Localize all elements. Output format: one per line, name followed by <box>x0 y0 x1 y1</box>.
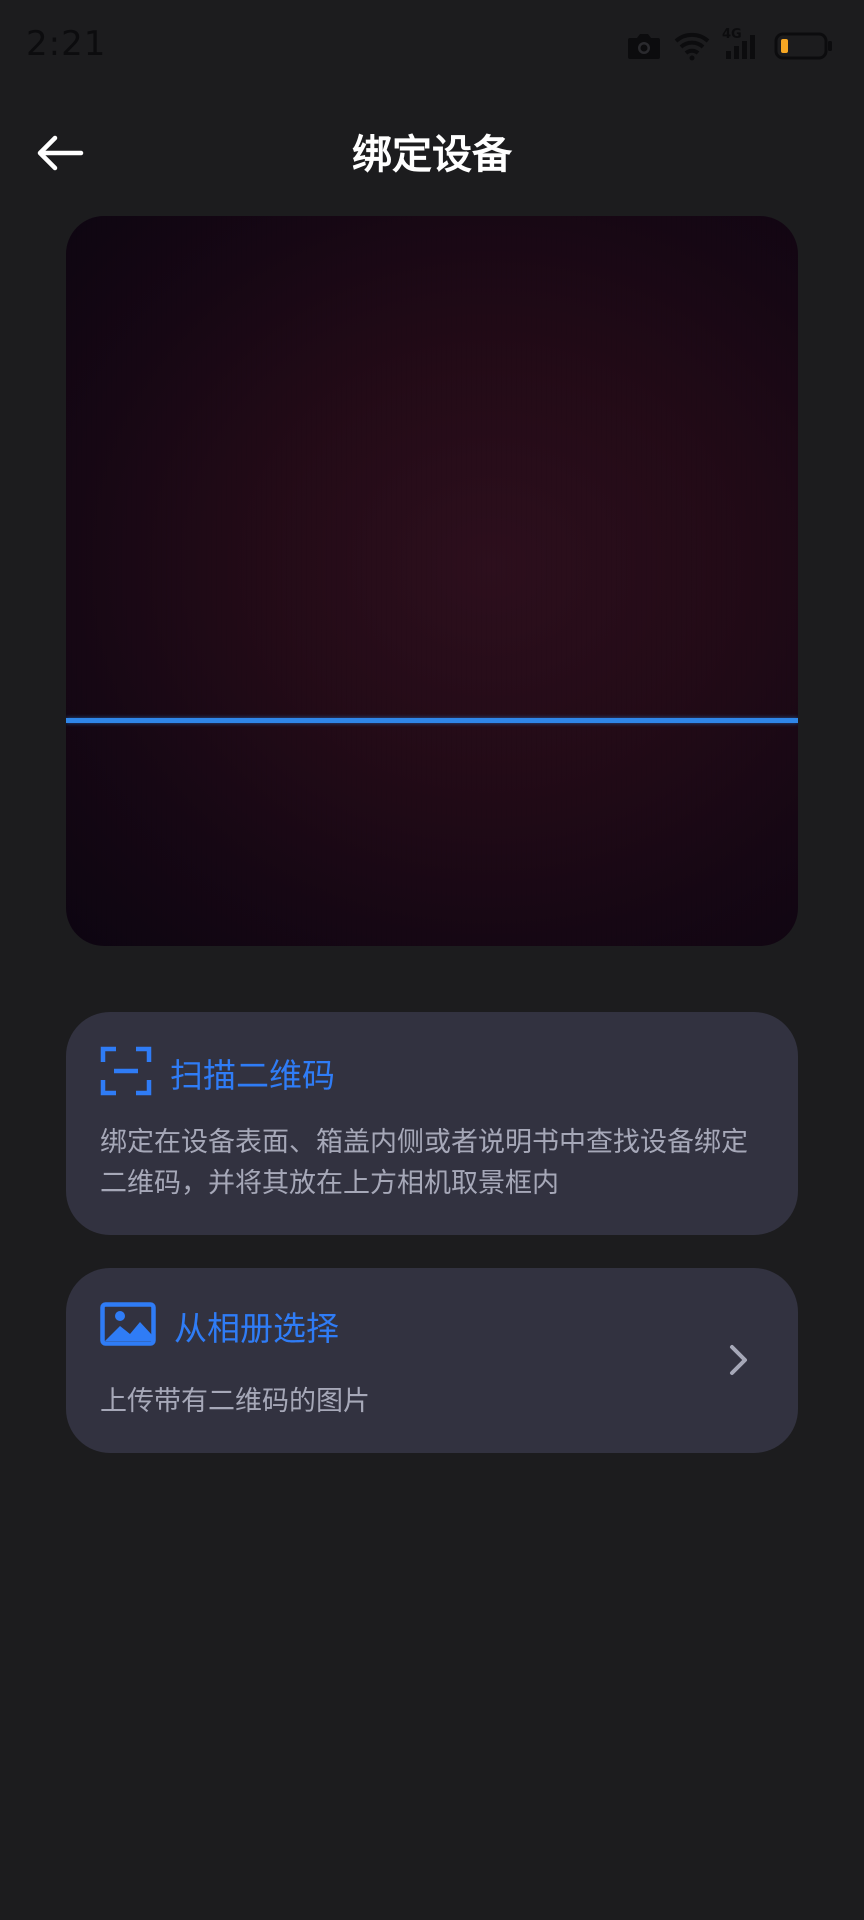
page-title: 绑定设备 <box>352 132 512 178</box>
arrow-left-icon <box>35 133 85 177</box>
scan-qr-card[interactable]: 扫描二维码 绑定在设备表面、箱盖内侧或者说明书中查找设备绑定二维码，并将其放在上… <box>66 1012 798 1235</box>
status-time: 2:21 <box>26 24 107 64</box>
wifi-icon <box>674 31 710 61</box>
scan-line <box>66 718 798 723</box>
header: 绑定设备 <box>0 110 864 200</box>
album-card-header: 从相册选择 <box>100 1302 339 1350</box>
camera-viewfinder <box>66 216 798 946</box>
scan-qr-description: 绑定在设备表面、箱盖内侧或者说明书中查找设备绑定二维码，并将其放在上方相机取景框… <box>100 1127 748 1199</box>
camera-icon <box>626 31 662 61</box>
scan-frame-icon <box>100 1046 152 1100</box>
scan-qr-title: 扫描二维码 <box>170 1056 335 1095</box>
album-description: 上传带有二维码的图片 <box>100 1386 370 1417</box>
choose-from-album-card[interactable]: 从相册选择 上传带有二维码的图片 <box>66 1268 798 1453</box>
back-button[interactable] <box>30 128 90 182</box>
battery-icon <box>774 31 834 61</box>
viewfinder-texture <box>66 216 798 946</box>
chevron-right-icon <box>724 1340 754 1380</box>
album-title: 从相册选择 <box>174 1309 339 1348</box>
signal-4g-icon: 4G <box>722 27 762 61</box>
status-icons: 4G <box>626 26 834 66</box>
network-label: 4G <box>722 27 742 42</box>
status-bar: 2:21 4G <box>0 0 864 92</box>
image-icon <box>100 1302 156 1350</box>
scan-qr-card-header: 扫描二维码 <box>100 1046 335 1100</box>
